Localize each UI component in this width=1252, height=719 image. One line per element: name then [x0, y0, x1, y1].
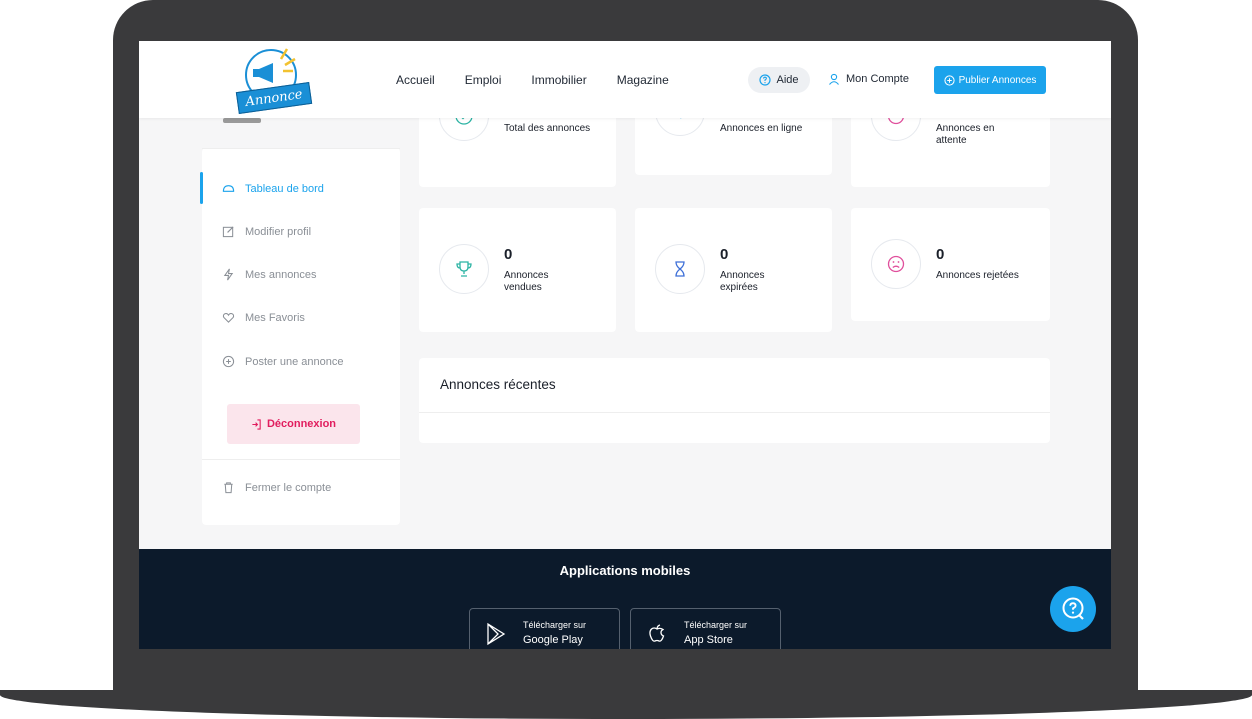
trash-icon — [224, 482, 233, 494]
fermer-compte-link[interactable]: Fermer le compte — [222, 481, 331, 494]
stat-icon-circle — [439, 244, 489, 294]
user-icon — [829, 73, 839, 85]
plus-circle-icon — [943, 74, 955, 86]
stat-value: 0 — [504, 246, 513, 263]
stat-icon-circle — [871, 239, 921, 289]
mon-compte-label: Mon Compte — [846, 73, 909, 85]
stat-label: Annonces expirées — [720, 270, 765, 293]
publier-annonces-button[interactable]: Publier Annonces — [934, 66, 1046, 94]
google-play-name: Google Play — [523, 634, 583, 646]
footer: Applications mobiles Télécharger sur Goo… — [139, 549, 1111, 649]
recent-ads-title: Annonces récentes — [440, 377, 556, 392]
google-play-sub: Télécharger sur — [523, 620, 587, 630]
laptop-base — [0, 690, 1252, 719]
app-store-name: App Store — [684, 634, 733, 646]
recent-ads-panel: Annonces récentes — [419, 358, 1050, 443]
header: Annonce Accueil Emploi Immobilier Magazi… — [139, 41, 1111, 118]
sidebar-item-mes-favoris[interactable]: Mes Favoris — [222, 311, 305, 324]
help-chat-button[interactable] — [1050, 586, 1096, 632]
nav-immobilier[interactable]: Immobilier — [531, 73, 586, 87]
sidebar-item-tableau-de-bord[interactable]: Tableau de bord — [222, 182, 324, 195]
avatar-stub — [223, 118, 261, 123]
sidebar-item-label: Mes annonces — [245, 268, 317, 281]
footer-title: Applications mobiles — [559, 563, 691, 578]
app-store-button[interactable]: Télécharger sur App Store — [630, 608, 781, 649]
nav-magazine[interactable]: Magazine — [617, 73, 669, 87]
sidebar: Tableau de bord Modifier profil Mes anno… — [200, 148, 400, 525]
aide-button[interactable]: Aide — [748, 67, 810, 93]
stat-card-sold: 0 Annonces vendues — [419, 208, 616, 332]
stat-value: 0 — [720, 246, 729, 263]
hourglass-icon — [675, 261, 685, 277]
sidebar-item-label: Modifier profil — [245, 225, 312, 238]
help-chat-icon — [1062, 597, 1084, 620]
active-indicator — [200, 172, 203, 204]
stat-value: 0 — [936, 246, 945, 263]
sidebar-divider — [202, 148, 400, 149]
sidebar-item-poster-annonce[interactable]: Poster une annonce — [222, 355, 343, 368]
sidebar-item-mes-annonces[interactable]: Mes annonces — [222, 268, 317, 281]
apple-icon — [649, 624, 665, 642]
stat-icon-circle — [655, 244, 705, 294]
mon-compte-link[interactable]: Mon Compte — [828, 73, 909, 85]
logout-icon — [252, 418, 261, 430]
stat-label: Annonces en attente — [936, 123, 995, 146]
sidebar-item-modifier-profil[interactable]: Modifier profil — [222, 225, 311, 238]
question-circle-icon — [759, 74, 772, 86]
sad-face-icon — [887, 255, 905, 273]
aide-label: Aide — [776, 74, 799, 86]
sidebar-item-label: Tableau de bord — [245, 182, 324, 195]
edit-icon — [222, 226, 234, 238]
fermer-compte-label: Fermer le compte — [245, 481, 332, 494]
screen: Annonce Accueil Emploi Immobilier Magazi… — [139, 41, 1111, 649]
nav-emploi[interactable]: Emploi — [465, 73, 502, 87]
stat-card-expired: 0 Annonces expirées — [635, 208, 832, 332]
publier-label: Publier Annonces — [958, 74, 1037, 86]
recent-ads-divider — [419, 412, 1050, 413]
nav-accueil[interactable]: Accueil — [396, 73, 435, 87]
heart-icon — [222, 312, 235, 323]
app-store-sub: Télécharger sur — [684, 620, 748, 630]
google-play-icon — [487, 622, 506, 646]
bolt-icon — [223, 268, 234, 281]
google-play-button[interactable]: Télécharger sur Google Play — [469, 608, 620, 649]
trophy-icon — [456, 261, 472, 277]
stat-label: Annonces vendues — [504, 270, 549, 293]
main-nav: Accueil Emploi Immobilier Magazine — [396, 73, 669, 87]
sidebar-item-label: Poster une annonce — [245, 355, 344, 368]
sidebar-divider — [202, 459, 400, 460]
sidebar-item-label: Mes Favoris — [245, 311, 305, 324]
plus-circle-icon — [222, 355, 235, 368]
deconnexion-label: Déconnexion — [266, 418, 337, 430]
stat-label: Annonces rejetées — [936, 270, 1019, 281]
stat-label: Total des annonces — [504, 123, 591, 134]
stat-card-rejected: 0 Annonces rejetées — [851, 208, 1050, 321]
site-logo[interactable]: Annonce — [233, 45, 313, 115]
deconnexion-button[interactable]: Déconnexion — [227, 404, 360, 444]
stat-label: Annonces en ligne — [720, 123, 803, 134]
dashboard-icon — [222, 185, 235, 192]
